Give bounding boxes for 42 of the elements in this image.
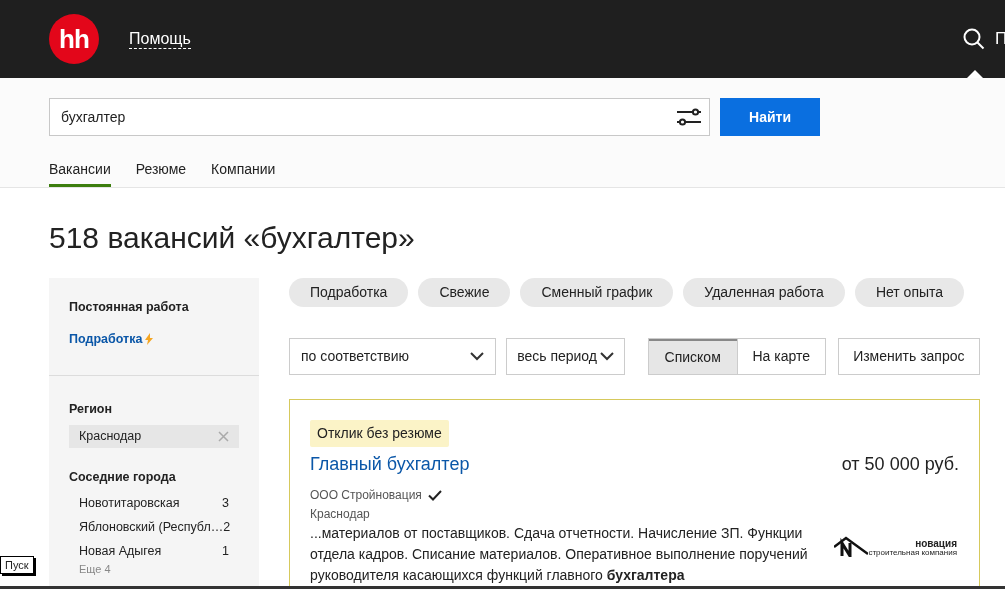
city-name[interactable]: Новая Адыгея bbox=[79, 541, 223, 561]
filter-heading: Регион bbox=[69, 400, 114, 418]
filter-chip[interactable]: Сменный график bbox=[520, 278, 674, 307]
company-logo: новация строительная компания bbox=[834, 535, 957, 557]
chevron-down-icon bbox=[599, 352, 614, 361]
search-button[interactable]: Найти bbox=[720, 98, 820, 136]
logo[interactable]: hh bbox=[49, 14, 99, 64]
filter-chip[interactable]: Нет опыта bbox=[854, 278, 965, 307]
city-name[interactable]: Новотитаровская bbox=[79, 493, 223, 513]
filter-link[interactable]: Подработка bbox=[69, 329, 143, 349]
sort-select[interactable]: по соответствию bbox=[289, 338, 497, 375]
help-link[interactable]: Помощь bbox=[129, 29, 191, 49]
view-toggle[interactable]: Списком bbox=[648, 339, 737, 374]
tab[interactable]: Резюме bbox=[135, 154, 187, 187]
city-label: Краснодар bbox=[310, 506, 371, 523]
start-tooltip: Пуск bbox=[0, 556, 34, 574]
filter-chip[interactable]: Удаленная работа bbox=[683, 278, 845, 307]
city-count: 2 bbox=[223, 518, 231, 536]
lightning-icon bbox=[145, 333, 154, 346]
city-count: 1 bbox=[222, 542, 229, 560]
search-icon[interactable] bbox=[963, 28, 985, 50]
filter-heading: Соседние города bbox=[69, 469, 177, 487]
salary: от 50 000 руб. bbox=[841, 453, 959, 476]
chevron-down-icon bbox=[470, 352, 485, 361]
filter-icon[interactable] bbox=[676, 107, 702, 127]
city-count: 3 bbox=[222, 494, 229, 512]
menu-label[interactable]: П bbox=[995, 26, 1005, 52]
page-title: 518 вакансий «бухгалтер» bbox=[48, 220, 416, 256]
tab[interactable]: Компании bbox=[211, 154, 276, 187]
search-field[interactable]: бухгалтер bbox=[49, 98, 710, 136]
period-select[interactable]: весь период bbox=[506, 338, 625, 375]
edit-query-button[interactable]: Изменить запрос bbox=[837, 338, 980, 375]
vacancy-title[interactable]: Главный бухгалтер bbox=[310, 451, 470, 478]
filter-chip[interactable]: Свежие bbox=[418, 278, 511, 307]
region-chip[interactable]: Краснодар bbox=[69, 425, 239, 449]
tab[interactable]: Вакансии bbox=[49, 154, 111, 187]
vacancy-snippet: ...материалов от поставщиков. Сдача отчетности. Начисление ЗП. Функции отдела кадров. Списание материалов. Оперативное выполнение поручений руководителя касающихся функций главного бухгалтера bbox=[310, 524, 809, 585]
no-resume-badge: Отклик без резюме bbox=[310, 420, 449, 447]
filter-chip[interactable]: Подработка bbox=[289, 278, 409, 307]
city-name[interactable]: Яблоновский (Республ… bbox=[79, 517, 224, 537]
company-name[interactable]: ООО Стройновация bbox=[310, 486, 422, 504]
filter-heading: Постоянная работа bbox=[69, 299, 190, 316]
